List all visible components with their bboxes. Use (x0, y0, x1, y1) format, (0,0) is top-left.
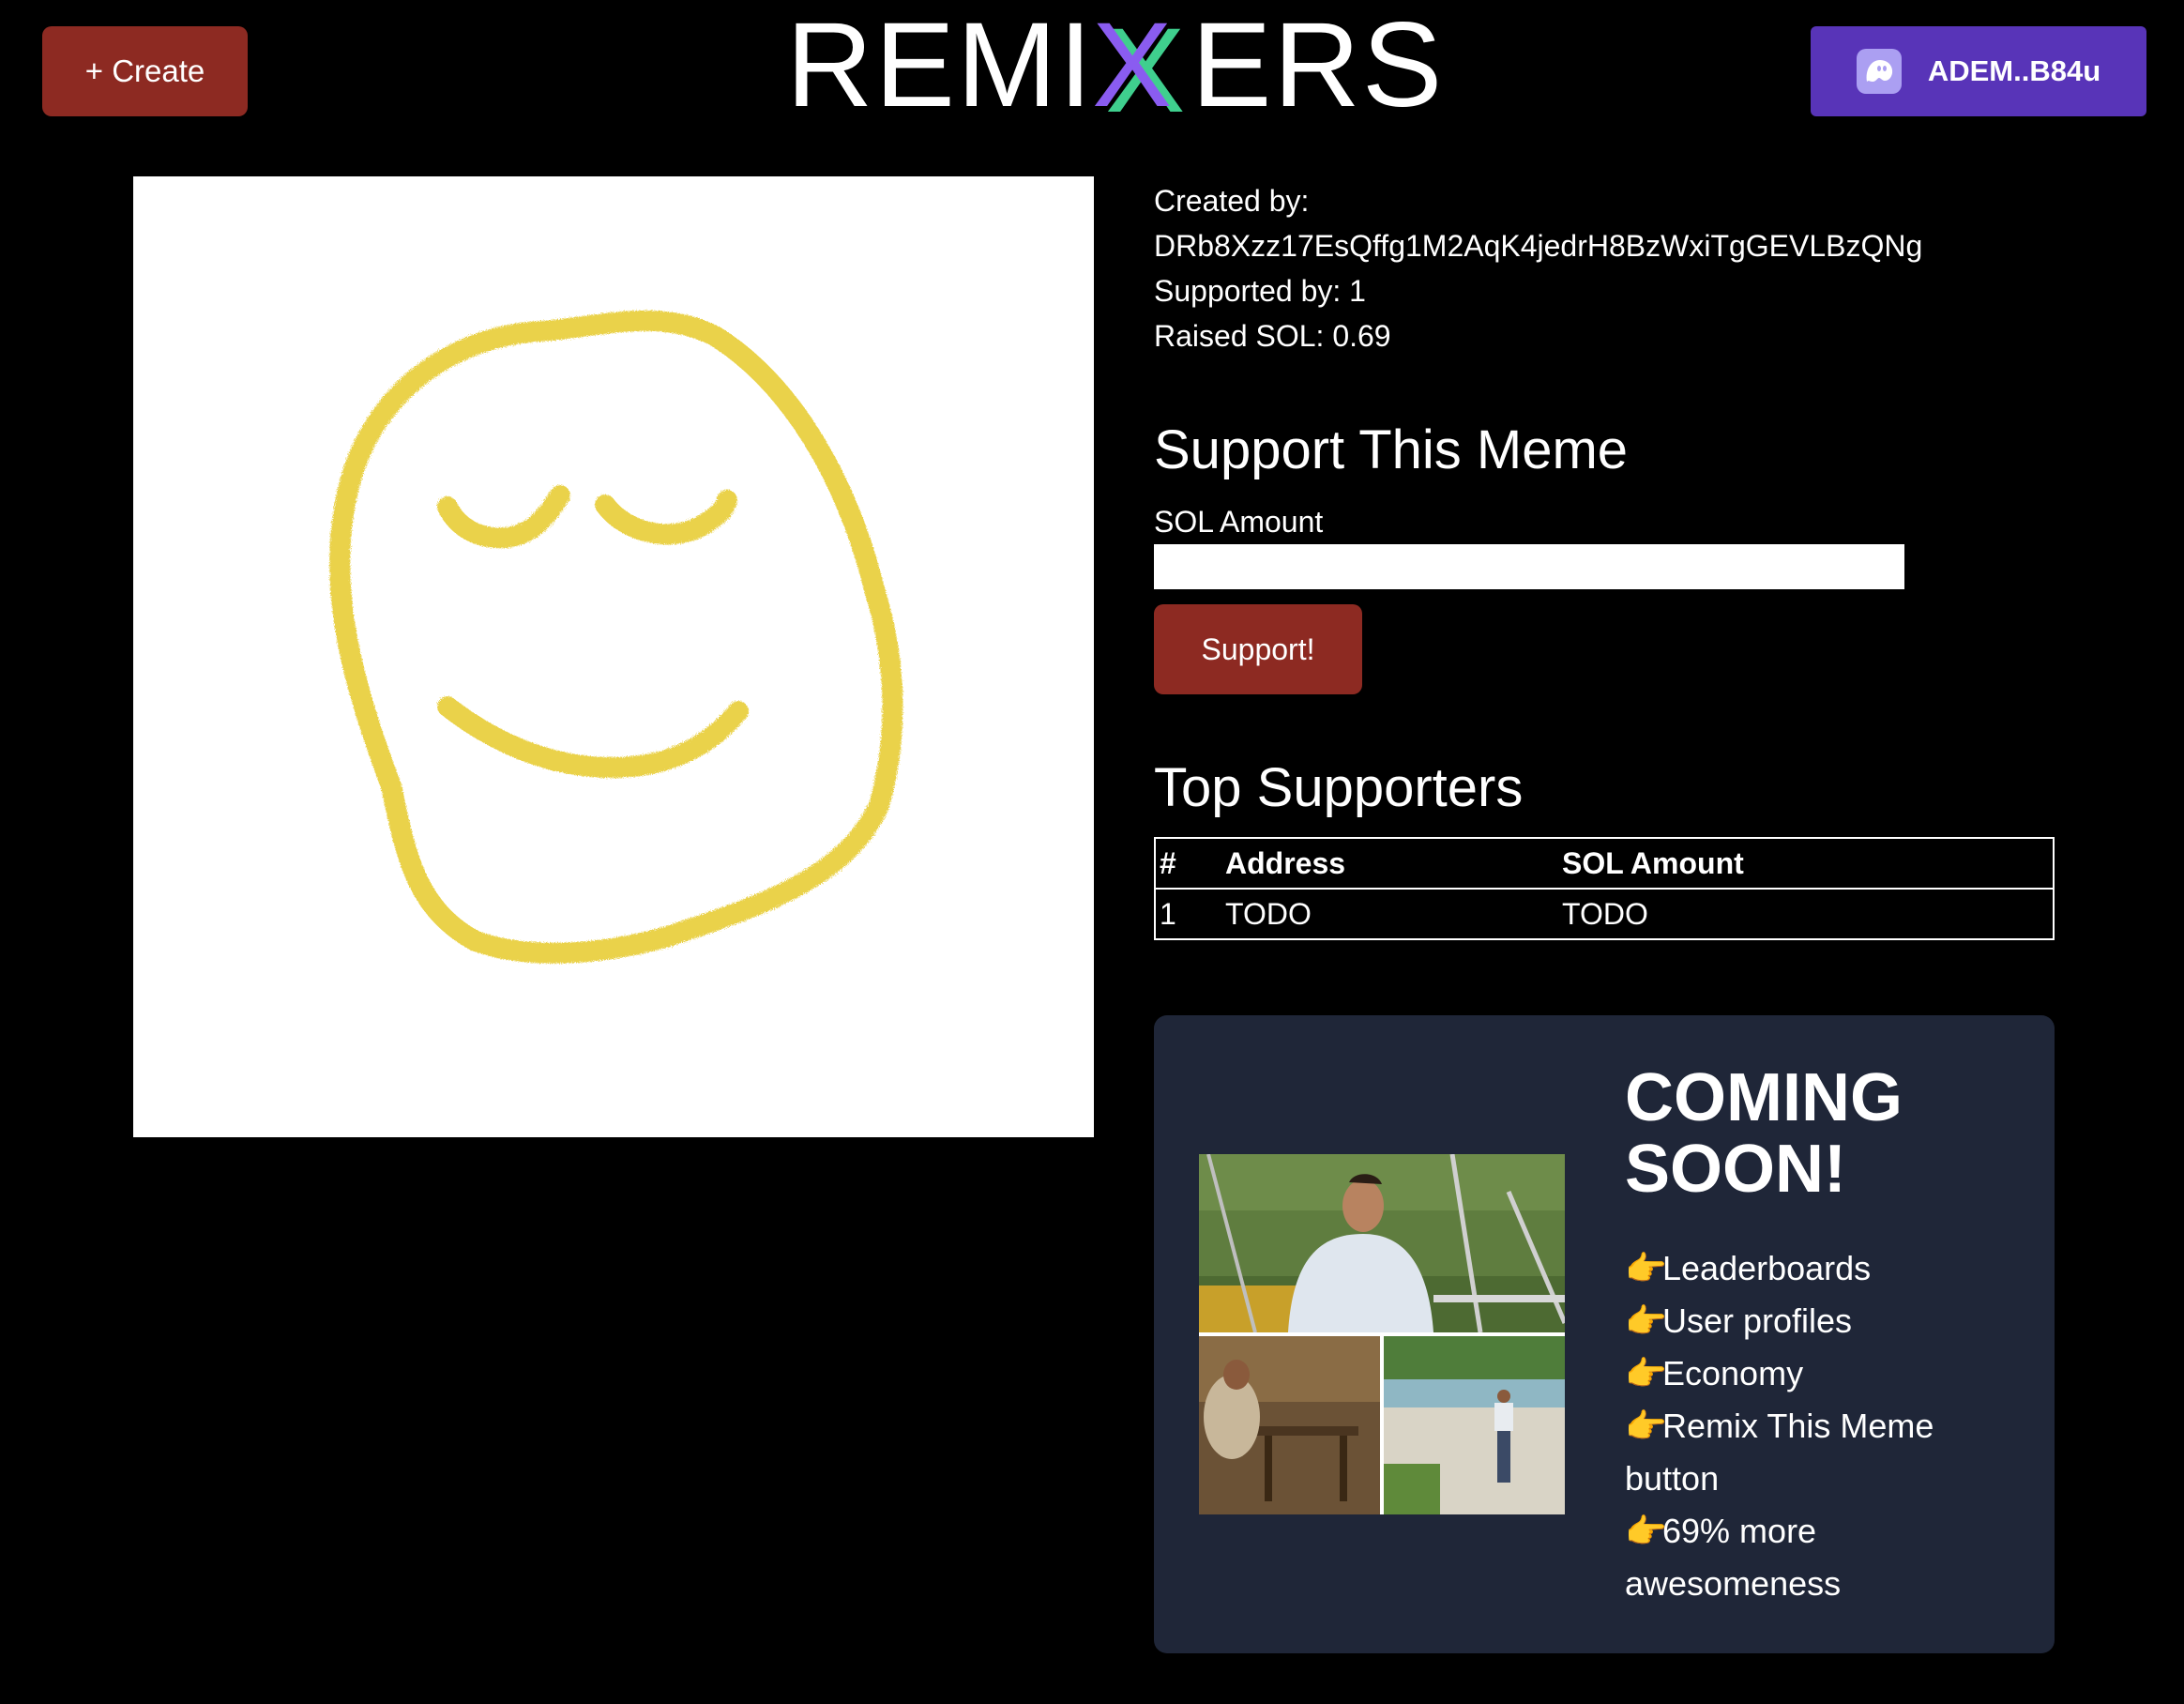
waiting-man-meme-image (1199, 1153, 1568, 1514)
meme-image (133, 176, 1094, 1137)
pointing-hand-icon: 👉 (1625, 1354, 1667, 1392)
page: + Create REMI X X X ERS ADEM..B84u (0, 0, 2184, 1704)
support-button[interactable]: Support! (1154, 604, 1362, 694)
coming-soon-title: COMING SOON! (1625, 1060, 1903, 1207)
table-row: 1 TODO TODO (1155, 888, 2054, 939)
phantom-ghost-icon (1856, 49, 1902, 94)
creator-address[interactable]: DRb8Xzz17EsQffg1M2AqK4jedrH8BzWxiTgGEVLB… (1154, 223, 1922, 268)
pointing-hand-icon: 👉 (1625, 1407, 1667, 1445)
cell-rank: 1 (1155, 888, 1221, 939)
top-supporters-title: Top Supporters (1154, 757, 1524, 818)
sol-amount-label: SOL Amount (1154, 505, 1324, 539)
list-item: 👉69% more awesomeness (1625, 1505, 2000, 1610)
coming-soon-card: COMING SOON! 👉Leaderboards 👉User profile… (1154, 1015, 2055, 1653)
sol-amount-input[interactable] (1154, 544, 1904, 589)
pointing-hand-icon: 👉 (1625, 1249, 1667, 1287)
wallet-address: ADEM..B84u (1927, 54, 2101, 87)
column-header-sol-amount: SOL Amount (1558, 837, 2054, 889)
logo-x-mark: X X X (1092, 0, 1188, 138)
list-item: 👉Remix This Meme button (1625, 1400, 2000, 1505)
create-button[interactable]: + Create (42, 26, 248, 116)
list-item: 👉User profiles (1625, 1295, 2000, 1347)
cell-sol-amount: TODO (1558, 888, 2054, 939)
feature-list: 👉Leaderboards 👉User profiles 👉Economy 👉R… (1625, 1242, 2000, 1610)
list-item: 👉Economy (1625, 1347, 2000, 1400)
pointing-hand-icon: 👉 (1625, 1301, 1667, 1340)
logo-text-right: ERS (1191, 0, 1445, 132)
column-header-address: Address (1221, 837, 1558, 889)
raised-sol: Raised SOL: 0.69 (1154, 319, 1391, 353)
list-item: 👉Leaderboards (1625, 1242, 2000, 1295)
table-header-row: # Address SOL Amount (1155, 837, 2054, 889)
top-supporters-table: # Address SOL Amount 1 TODO TODO (1154, 837, 2055, 940)
logo-text-left: REMI (786, 0, 1094, 132)
remixers-logo[interactable]: REMI X X X ERS (786, 0, 1444, 131)
meme-info: Created by: DRb8Xzz17EsQffg1M2AqK4jedrH8… (1154, 178, 1922, 358)
column-header-rank: # (1155, 837, 1221, 889)
support-title: Support This Meme (1154, 419, 1629, 480)
cell-address: TODO (1221, 888, 1558, 939)
pointing-hand-icon: 👉 (1625, 1512, 1667, 1550)
supported-by: Supported by: 1 (1154, 274, 1366, 308)
created-by-label: Created by: (1154, 184, 1310, 218)
wallet-button[interactable]: ADEM..B84u (1811, 26, 2146, 116)
